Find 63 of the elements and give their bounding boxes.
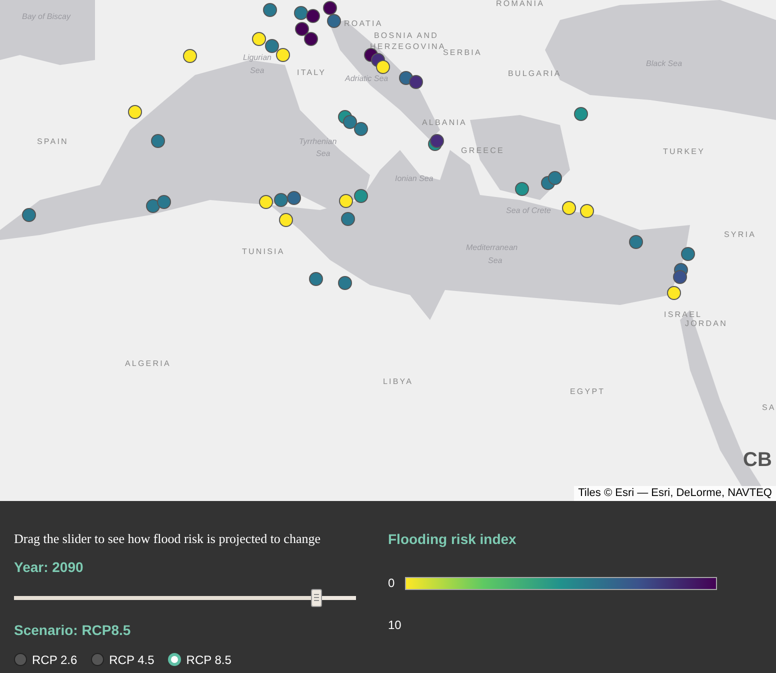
year-slider[interactable] [14,588,356,608]
map-marker[interactable] [304,32,318,46]
map-marker[interactable] [681,247,695,261]
map-label: TUNISIA [242,248,285,256]
map-label: Ligurian [243,54,272,62]
map-marker[interactable] [252,32,266,46]
year-label: Year: 2090 [14,558,84,576]
map-marker[interactable] [354,122,368,136]
slider-thumb[interactable] [310,588,322,606]
map-marker[interactable] [409,75,423,89]
map-label: SPAIN [37,138,68,146]
map-marker[interactable] [562,201,576,215]
map-marker[interactable] [323,1,337,15]
legend-min-label: 0 [388,575,395,592]
map-marker[interactable] [327,14,341,28]
scenario-radio[interactable]: RCP 8.5 [168,650,232,668]
map-marker[interactable] [183,49,197,63]
map-marker[interactable] [128,105,142,119]
attribution: Tiles © Esri — Esri, DeLorme, NAVTEQ [574,486,776,501]
map-marker[interactable] [673,270,687,284]
map-marker[interactable] [430,134,444,148]
map-marker[interactable] [294,6,308,20]
map-marker[interactable] [265,39,279,53]
map-label: Tyrrhenian [299,138,337,146]
map-label: HERZEGOVINA [370,43,446,51]
map-marker[interactable] [667,286,681,300]
map-marker[interactable] [274,193,288,207]
map-marker[interactable] [574,107,588,121]
legend-title: Flooding risk index [388,530,518,549]
map-marker[interactable] [259,195,273,209]
map-marker[interactable] [279,213,293,227]
map-label: ROATIA [344,20,383,28]
map-label: EGYPT [570,388,606,396]
scenario-radio[interactable]: RCP 2.6 [14,650,78,668]
map-label: ISRAEL [664,311,702,319]
map-label: BULGARIA [508,70,562,78]
map-marker[interactable] [306,9,320,23]
map-label: ALBANIA [422,119,467,127]
map-label: LIBYA [383,378,414,386]
map-marker[interactable] [343,115,357,129]
map-marker[interactable] [276,48,290,62]
instruction-text: Drag the slider to see how flood risk is projected to change [14,530,322,548]
map-label: JORDAN [685,320,728,328]
map-label: ROMANIA [496,0,545,8]
map-label: GREECE [461,147,504,155]
scenario-label: Scenario: RCP8.5 [14,620,132,640]
map-marker[interactable] [309,272,323,286]
map-marker[interactable] [263,3,277,17]
map-label: ALGERIA [125,360,171,368]
map-label: SERBIA [443,49,482,57]
map-marker[interactable] [580,204,594,218]
map-label: SA [762,404,776,412]
map-marker[interactable] [287,191,301,205]
logo: CB [743,450,772,470]
map-label: SYRIA [724,231,756,239]
map-label: TURKEY [663,148,706,156]
scenario-radio[interactable]: RCP 4.5 [91,650,154,668]
map-marker[interactable] [338,276,352,290]
map-marker[interactable] [22,208,36,222]
map-label: BOSNIA AND [374,32,438,40]
map-marker[interactable] [295,22,309,36]
map-label: ITALY [297,69,326,77]
legend-max-label: 10 [388,617,402,634]
